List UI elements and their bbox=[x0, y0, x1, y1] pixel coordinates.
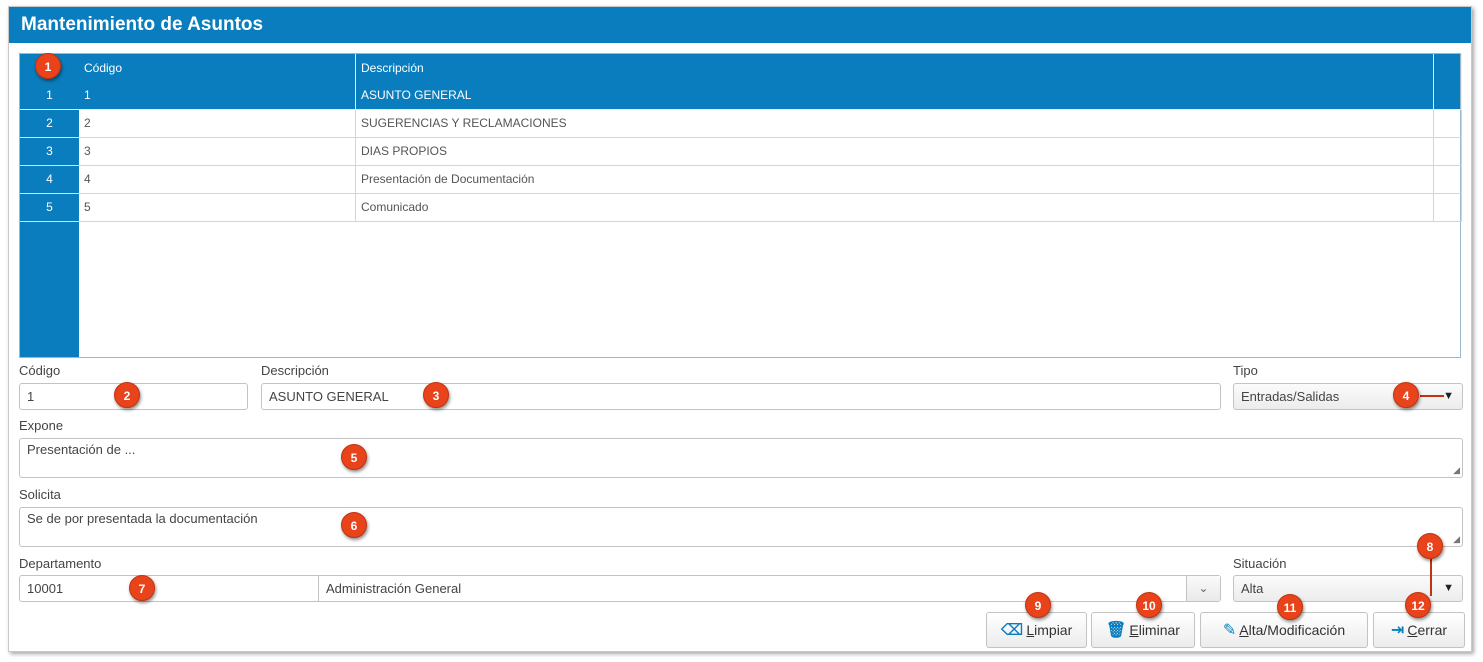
exit-icon: ⇥ bbox=[1390, 622, 1405, 639]
expone-value: Presentación de ... bbox=[27, 442, 136, 457]
column-header-descripcion[interactable]: Descripción bbox=[356, 54, 1434, 82]
resize-grip-icon[interactable]: ◢ bbox=[1453, 465, 1460, 476]
solicita-textarea[interactable]: Se de por presentada la documentación ◢ bbox=[19, 507, 1463, 547]
cell-descripcion[interactable]: DIAS PROPIOS bbox=[356, 138, 1434, 166]
alta-label: lta/Modificación bbox=[1248, 622, 1346, 638]
callout-connector bbox=[1430, 556, 1432, 596]
limpiar-label: impiar bbox=[1034, 622, 1073, 638]
cerrar-mnemonic: C bbox=[1407, 622, 1418, 638]
edit-icon: ✎ bbox=[1222, 622, 1237, 639]
table-row[interactable]: 2 2 SUGERENCIAS Y RECLAMACIONES bbox=[20, 110, 1462, 138]
callout-badge: 9 bbox=[1025, 592, 1051, 618]
solicita-label: Solicita bbox=[19, 487, 61, 502]
callout-badge: 4 bbox=[1393, 382, 1419, 408]
callout-badge: 11 bbox=[1277, 594, 1303, 620]
eliminar-mnemonic: E bbox=[1129, 622, 1139, 638]
eraser-icon: ⌫ bbox=[1000, 622, 1024, 639]
cell-codigo[interactable]: 1 bbox=[79, 82, 356, 110]
table-row[interactable]: 3 3 DIAS PROPIOS bbox=[20, 138, 1462, 166]
solicita-value: Se de por presentada la documentación bbox=[27, 511, 258, 526]
column-header-codigo[interactable]: Código bbox=[79, 54, 356, 82]
departamento-name: Administración General bbox=[326, 581, 462, 596]
callout-badge: 7 bbox=[129, 575, 155, 601]
eliminar-button[interactable]: 🗑 Eliminar bbox=[1091, 612, 1195, 648]
asuntos-window: Mantenimiento de Asuntos Código Descripc… bbox=[8, 6, 1472, 652]
cell-descripcion[interactable]: Comunicado bbox=[356, 194, 1434, 222]
table-row[interactable]: 1 1 ASUNTO GENERAL bbox=[20, 82, 1462, 110]
row-number: 5 bbox=[20, 194, 79, 222]
situacion-label: Situación bbox=[1233, 556, 1287, 571]
combo-divider bbox=[318, 576, 319, 601]
cerrar-label: errar bbox=[1417, 622, 1448, 638]
codigo-label: Código bbox=[19, 363, 61, 378]
row-number: 4 bbox=[20, 166, 79, 194]
cell-codigo[interactable]: 2 bbox=[79, 110, 356, 138]
expone-textarea[interactable]: Presentación de ... ◢ bbox=[19, 438, 1463, 478]
asuntos-grid[interactable]: Código Descripción 1 1 ASUNTO GENERAL 2 … bbox=[19, 53, 1462, 358]
cell-codigo[interactable]: 5 bbox=[79, 194, 356, 222]
callout-badge: 6 bbox=[341, 512, 367, 538]
limpiar-mnemonic: L bbox=[1026, 622, 1035, 638]
expone-label: Expone bbox=[19, 418, 64, 433]
callout-badge: 10 bbox=[1136, 592, 1162, 618]
departamento-code: 10001 bbox=[27, 581, 64, 596]
cell-extra bbox=[1434, 194, 1462, 222]
callout-badge: 12 bbox=[1405, 592, 1431, 618]
callout-badge: 8 bbox=[1417, 533, 1443, 559]
callout-connector bbox=[1420, 395, 1444, 397]
dropdown-arrow-icon: ▼ bbox=[1443, 390, 1454, 402]
callout-badge: 3 bbox=[423, 382, 449, 408]
cell-extra bbox=[1434, 82, 1462, 110]
tipo-value: Entradas/Salidas bbox=[1241, 389, 1340, 404]
row-number: 2 bbox=[20, 110, 79, 138]
cell-descripcion[interactable]: Presentación de Documentación bbox=[356, 166, 1434, 194]
resize-grip-icon[interactable]: ◢ bbox=[1453, 534, 1460, 545]
eliminar-label: liminar bbox=[1138, 622, 1180, 638]
alta-mnemonic: A bbox=[1239, 622, 1249, 638]
cell-extra bbox=[1434, 166, 1462, 194]
callout-badge: 5 bbox=[341, 444, 367, 470]
cell-extra bbox=[1434, 138, 1462, 166]
descripcion-input[interactable]: ASUNTO GENERAL bbox=[261, 383, 1221, 410]
descripcion-label: Descripción bbox=[261, 363, 329, 378]
cell-descripcion[interactable]: SUGERENCIAS Y RECLAMACIONES bbox=[356, 110, 1434, 138]
trash-icon: 🗑 bbox=[1106, 622, 1127, 639]
cell-descripcion[interactable]: ASUNTO GENERAL bbox=[356, 82, 1434, 110]
cell-codigo[interactable]: 3 bbox=[79, 138, 356, 166]
tipo-label: Tipo bbox=[1233, 363, 1258, 378]
window-title: Mantenimiento de Asuntos bbox=[9, 7, 1471, 43]
chevron-down-icon[interactable]: ⌄ bbox=[1186, 576, 1220, 601]
grid-header: Código Descripción bbox=[20, 54, 1462, 82]
callout-badge: 1 bbox=[35, 53, 61, 79]
row-number: 3 bbox=[20, 138, 79, 166]
row-number: 1 bbox=[20, 82, 79, 110]
column-header-extra bbox=[1434, 54, 1462, 82]
cell-codigo[interactable]: 4 bbox=[79, 166, 356, 194]
callout-badge: 2 bbox=[114, 382, 140, 408]
cell-extra bbox=[1434, 110, 1462, 138]
table-row[interactable]: 5 5 Comunicado bbox=[20, 194, 1462, 222]
departamento-label: Departamento bbox=[19, 556, 102, 571]
table-row[interactable]: 4 4 Presentación de Documentación bbox=[20, 166, 1462, 194]
dropdown-arrow-icon: ▼ bbox=[1443, 582, 1454, 594]
situacion-value: Alta bbox=[1241, 581, 1264, 596]
